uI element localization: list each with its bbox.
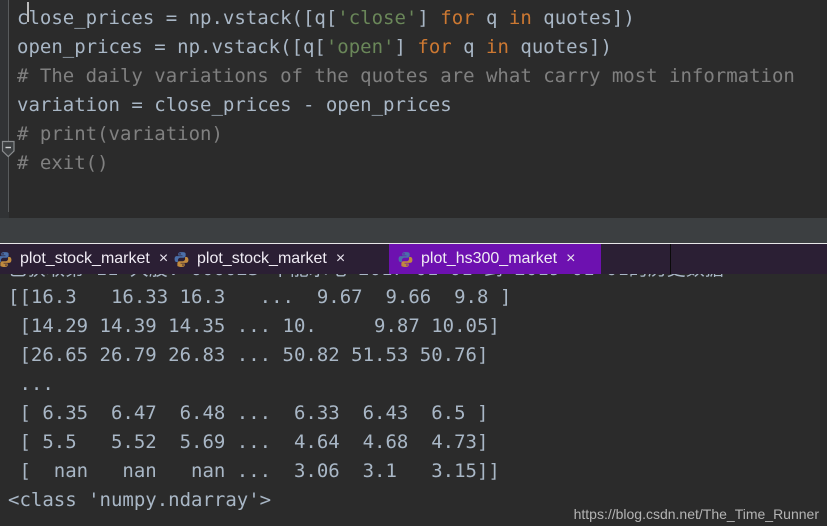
console-output-line: [14.29 14.39 14.35 ... 10. 9.87 10.05]: [8, 315, 500, 337]
line-comment-print-variation: # print(variation): [17, 120, 223, 149]
code-token: open_prices = np.vstack([q[: [17, 36, 326, 58]
code-token: for: [417, 36, 452, 58]
code-text-area[interactable]: close_prices = np.vstack([q['close'] for…: [9, 0, 827, 218]
python-file-icon: [0, 251, 12, 267]
tab-plot_hs300_market-3[interactable]: plot_hs300_market ×: [389, 244, 601, 274]
console-output-line: ...: [8, 373, 54, 395]
code-editor-pane[interactable]: close_prices = np.vstack([q['close'] for…: [0, 0, 827, 218]
tab-label: plot_stock_market: [20, 250, 150, 267]
collapse-fold-icon[interactable]: [1, 140, 16, 158]
code-token: variation = close_prices - open_prices: [17, 94, 452, 116]
code-token: # The daily variations of the quotes are…: [17, 65, 795, 87]
tab-label: plot_hs300_market: [421, 250, 558, 267]
watermark-url: https://blog.csdn.net/The_Time_Runner: [573, 506, 819, 522]
code-token: q: [474, 7, 509, 29]
code-token: in: [508, 7, 532, 29]
code-token: # exit(): [17, 152, 109, 174]
line-close-prices: close_prices = np.vstack([q['close'] for…: [17, 4, 635, 33]
python-file-icon: [398, 251, 413, 267]
console-output-line: [[16.3 16.33 16.3 ... 9.67 9.66 9.8 ]: [8, 286, 512, 308]
console-output-line: <class 'numpy.ndarray'>: [8, 489, 272, 511]
panel-splitter[interactable]: [0, 218, 827, 243]
line-open-prices: open_prices = np.vstack([q['open'] for q…: [17, 33, 612, 62]
tab-bar-separator: [670, 244, 671, 274]
code-token: 'close': [337, 7, 418, 29]
console-output-pane[interactable]: 已获取第 11 大股: 000023 华能水电 2017-01-01 到 201…: [0, 274, 827, 526]
code-token: close_prices = np.vstack([q[: [17, 7, 338, 29]
close-icon[interactable]: ×: [336, 251, 345, 267]
code-token: quotes]): [531, 7, 635, 29]
code-token: 'open': [325, 36, 395, 58]
ide-window: close_prices = np.vstack([q['close'] for…: [0, 0, 827, 526]
code-token: # print(variation): [17, 123, 223, 145]
code-token: q: [451, 36, 487, 58]
console-output-line: [ nan nan nan ... 3.06 3.1 3.15]]: [8, 460, 500, 482]
console-output-line: [26.65 26.79 26.83 ... 50.82 51.53 50.76…: [8, 344, 489, 366]
line-comment-exit: # exit(): [17, 149, 109, 178]
tab-plot_stock_market[interactable]: plot_stock_market ×: [0, 244, 168, 274]
code-token: in: [486, 36, 509, 58]
code-token: ]: [417, 7, 441, 29]
code-token: quotes]): [508, 36, 612, 58]
code-token: ]: [394, 36, 418, 58]
tab-label: plot_stock_market: [197, 250, 327, 267]
close-icon[interactable]: ×: [566, 251, 575, 267]
run-tool-window-tabs[interactable]: plot_stock_market × plot_stock_market × plot…: [0, 243, 827, 274]
code-token: for: [440, 7, 475, 29]
line-comment-daily-variations: # The daily variations of the quotes are…: [17, 62, 795, 91]
console-output-line: [ 5.5 5.52 5.69 ... 4.64 4.68 4.73]: [8, 431, 489, 453]
line-variation: variation = close_prices - open_prices: [17, 91, 452, 120]
tab-plot_stock_market-2[interactable]: plot_stock_market ×: [165, 244, 380, 274]
console-output-line: [ 6.35 6.47 6.48 ... 6.33 6.43 6.5 ]: [8, 402, 489, 424]
python-file-icon: [174, 251, 189, 267]
